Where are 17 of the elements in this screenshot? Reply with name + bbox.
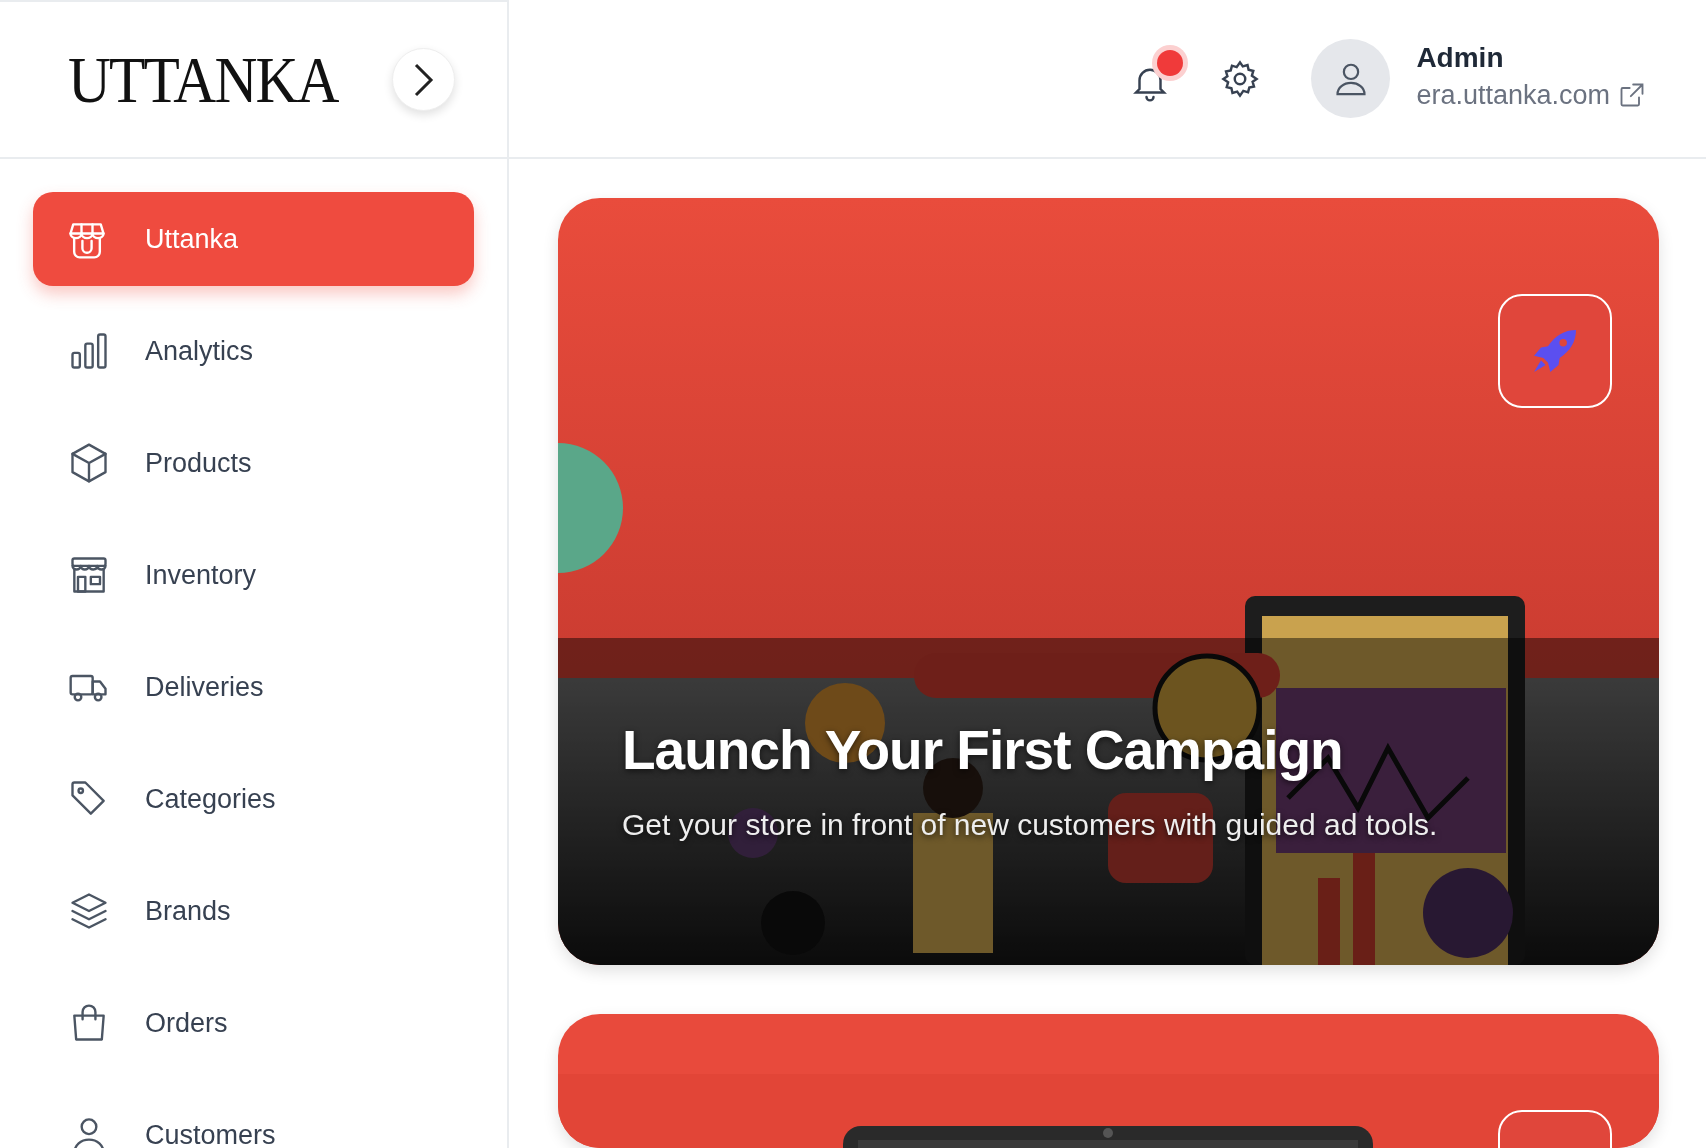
sidebar-item[interactable]: Inventory [33,528,474,622]
sidebar-item[interactable]: Brands [33,864,474,958]
sidebar-item[interactable]: Products [33,416,474,510]
banner-title: Launch Your First Campaign [622,719,1344,780]
user-name: Admin [1416,41,1505,76]
sidebar-item[interactable]: Customers [33,1088,474,1148]
launch-button[interactable] [1498,294,1612,408]
sidebar-item[interactable]: Categories [33,752,474,846]
expand-button[interactable] [392,48,455,111]
sidebar-item[interactable]: Uttanka [33,192,474,286]
store-link[interactable]: era.uttanka.com [1416,75,1610,116]
logo: UTTANKA [68,42,338,118]
sidebar-item[interactable]: Analytics [33,304,474,398]
sidebar-item[interactable]: Deliveries [33,640,474,734]
banner-subtitle: Get your store in front of new customers with guided ad tools. [622,807,1439,843]
sidebar-item[interactable]: Orders [33,976,474,1070]
chevron-right-icon [412,61,435,98]
